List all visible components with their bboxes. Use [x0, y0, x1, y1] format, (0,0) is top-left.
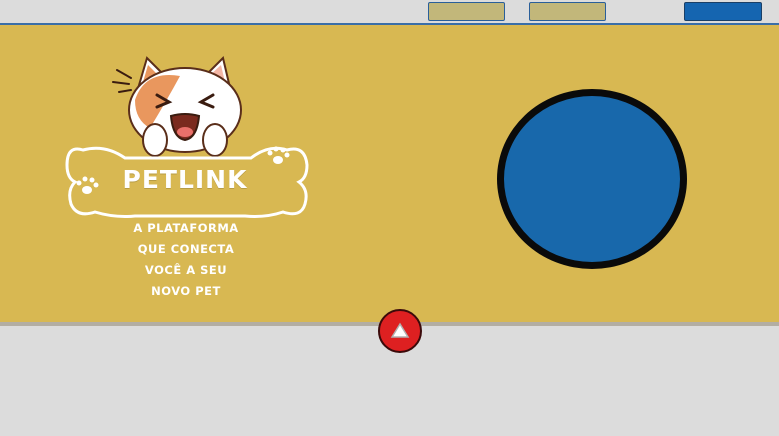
tagline-line: A PLATAFORMA — [133, 221, 239, 235]
hero-image-placeholder — [497, 89, 687, 269]
nav-button-3[interactable] — [684, 2, 762, 21]
scroll-to-top-button[interactable] — [378, 309, 422, 353]
petlink-logo-icon — [65, 56, 309, 218]
top-navbar — [0, 0, 779, 25]
tagline-line: VOCÊ A SEU — [144, 263, 228, 277]
nav-button-2[interactable] — [529, 2, 606, 21]
hero-section: PETLINK A PLATAFORMA QUE CONECTA VOCÊ A … — [0, 25, 779, 326]
page-title: PETLINK — [122, 165, 248, 194]
tagline: A PLATAFORMA QUE CONECTA VOCÊ A SEU NOVO… — [116, 218, 256, 302]
nav-button-1[interactable] — [428, 2, 505, 21]
triangle-up-icon — [390, 322, 410, 338]
tagline-line: QUE CONECTA — [137, 242, 235, 256]
tagline-line: NOVO PET — [151, 284, 221, 298]
